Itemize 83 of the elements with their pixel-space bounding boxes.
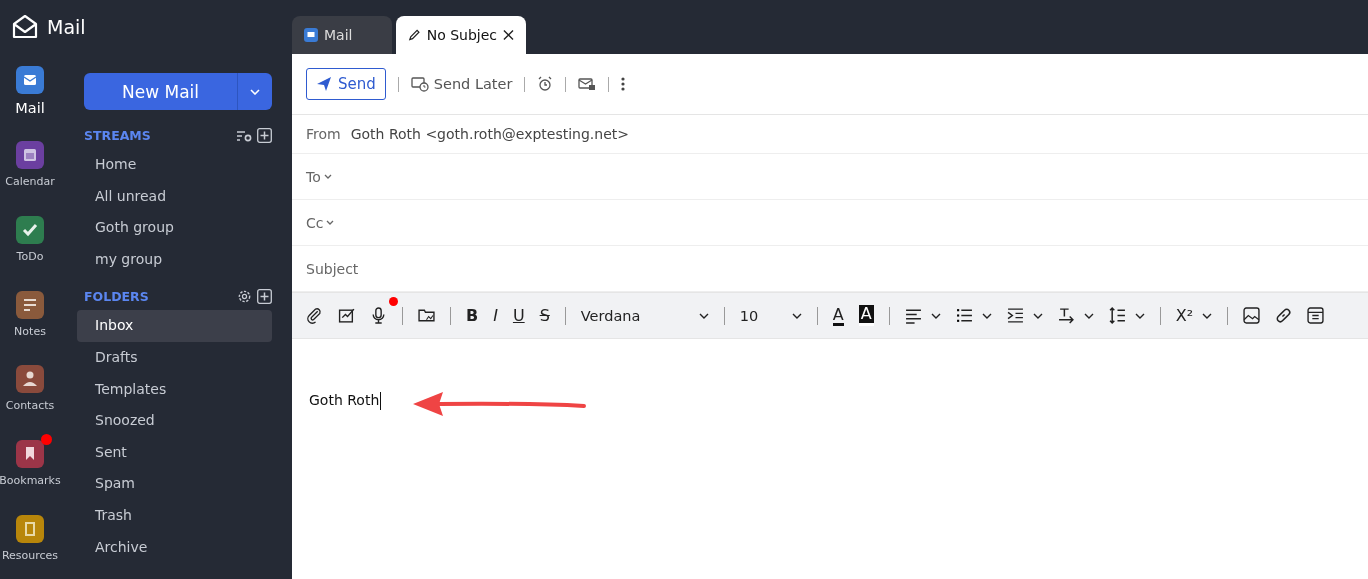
line-spacing-icon[interactable]	[1108, 307, 1126, 324]
send-later-button[interactable]: Send Later	[410, 76, 513, 92]
app-label: Contacts	[5, 399, 55, 413]
folder-item[interactable]: Drafts	[77, 341, 272, 374]
caret-icon[interactable]	[1202, 312, 1213, 319]
font-dropdown[interactable]: Verdana	[580, 307, 709, 324]
caret-icon	[698, 312, 709, 319]
app-label: Resources	[1, 549, 59, 563]
bold-button[interactable]: B	[466, 306, 479, 325]
section-title: STREAMS	[84, 128, 152, 143]
alarm-clock-icon[interactable]	[537, 76, 554, 92]
cc-dropdown[interactable]: Cc	[306, 214, 335, 231]
strikethrough-button[interactable]: S	[539, 306, 550, 325]
text-direction-icon[interactable]	[1057, 307, 1075, 324]
close-icon[interactable]	[503, 29, 514, 41]
paper-plane-icon	[316, 76, 332, 92]
paperclip-icon[interactable]	[306, 307, 323, 324]
from-value[interactable]: Goth Roth <goth.roth@exptesting.net>	[350, 126, 629, 142]
folder-item[interactable]: Spam	[77, 468, 272, 500]
app-icon[interactable]	[16, 66, 44, 94]
font-size-dropdown[interactable]: 10	[739, 307, 802, 324]
app-icon[interactable]	[16, 290, 44, 319]
folder-icon[interactable]	[418, 307, 435, 324]
mail-clock-icon	[410, 76, 429, 92]
mail-icon	[304, 28, 318, 42]
pencil-icon	[408, 28, 421, 42]
text-cursor	[380, 392, 382, 410]
app-icon[interactable]	[16, 215, 44, 244]
filter-settings-icon[interactable]	[236, 128, 252, 143]
tab[interactable]: Mail	[292, 16, 392, 54]
field-label: From	[306, 126, 341, 142]
link-icon[interactable]	[1275, 307, 1293, 324]
more-icon[interactable]	[621, 76, 626, 92]
app-title: Mail	[47, 15, 86, 40]
caret-icon[interactable]	[1134, 312, 1145, 319]
caret-icon[interactable]	[1083, 312, 1094, 319]
caret-icon[interactable]	[930, 312, 941, 319]
app-icon[interactable]	[16, 140, 44, 169]
caret-icon[interactable]	[1032, 312, 1043, 319]
image-icon[interactable]	[1243, 307, 1261, 324]
app-label: Bookmarks	[0, 474, 61, 488]
mail-logo-icon	[11, 13, 39, 41]
folder-item[interactable]: Trash	[77, 499, 272, 532]
folder-item[interactable]: Templates	[77, 373, 272, 406]
folder-item[interactable]: Inbox	[77, 310, 272, 342]
app-icon[interactable]	[16, 365, 44, 394]
bullet-list-icon[interactable]	[955, 307, 973, 324]
caret-icon[interactable]	[981, 312, 992, 319]
table-icon[interactable]	[1307, 307, 1325, 324]
highlight-button[interactable]: A	[858, 305, 874, 326]
app-label: Notes	[14, 324, 46, 338]
new-mail-button[interactable]: New Mail	[84, 73, 272, 110]
app-label: Mail	[15, 100, 45, 116]
stream-item[interactable]: my group	[77, 243, 272, 276]
caret-icon	[791, 312, 802, 319]
body-text[interactable]: Goth Roth	[309, 392, 380, 408]
stream-item[interactable]: Home	[77, 149, 272, 181]
stream-item[interactable]: Goth group	[77, 212, 272, 244]
add-icon[interactable]	[257, 289, 272, 305]
superscript-button[interactable]: X²	[1175, 306, 1194, 325]
tab[interactable]: No Subjec	[396, 16, 526, 54]
to-dropdown[interactable]: To	[306, 168, 332, 185]
microphone-icon[interactable]	[370, 307, 387, 324]
folder-item[interactable]: Archive	[77, 531, 272, 564]
settings-icon[interactable]	[237, 289, 252, 305]
caret-icon	[323, 174, 332, 179]
send-button[interactable]: Send	[306, 68, 386, 100]
app-icon[interactable]	[16, 440, 44, 469]
app-label: Calendar	[5, 174, 55, 188]
add-icon[interactable]	[257, 128, 272, 143]
italic-button[interactable]: I	[493, 306, 498, 325]
indent-icon[interactable]	[1006, 307, 1024, 324]
app-icon[interactable]	[16, 515, 44, 544]
underline-button[interactable]: U	[512, 306, 525, 325]
folder-item[interactable]: Snoozed	[77, 405, 272, 437]
app-label: ToDo	[16, 249, 44, 263]
section-title: FOLDERS	[84, 289, 150, 305]
caret-icon	[326, 220, 335, 225]
folder-item[interactable]: Sent	[77, 436, 272, 469]
stream-item[interactable]: All unread	[77, 180, 272, 213]
text-color-button[interactable]: A	[832, 305, 844, 326]
mail-lock-icon[interactable]	[578, 76, 597, 92]
align-left-icon[interactable]	[904, 307, 922, 324]
